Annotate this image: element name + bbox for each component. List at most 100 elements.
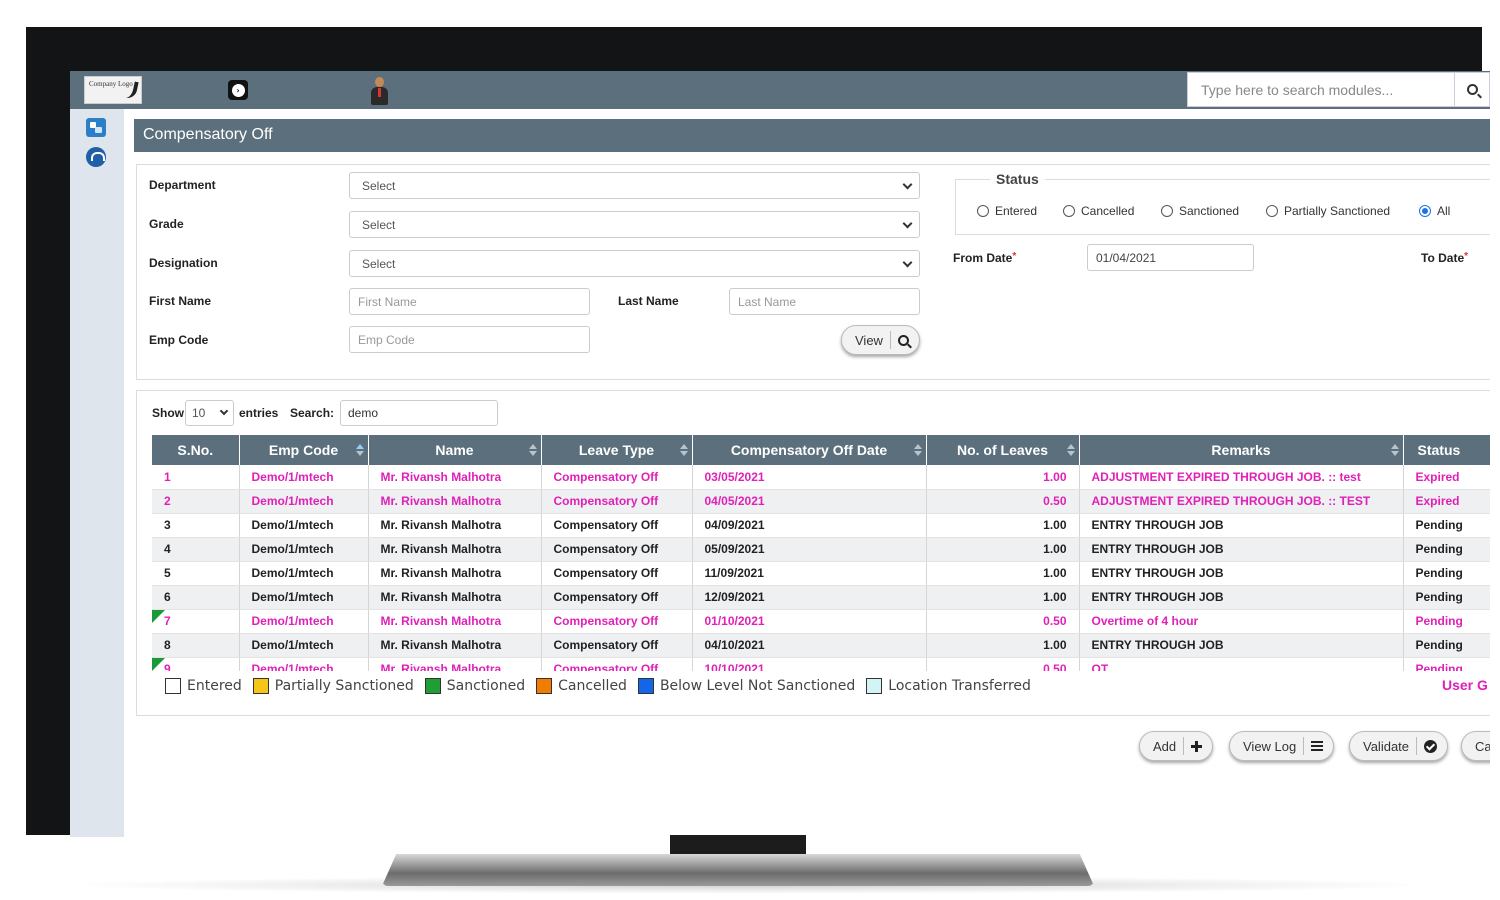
table-row[interactable]: 5 Demo/1/mtech Mr. Rivansh Malhotra Comp… xyxy=(152,561,1490,586)
cell-name: Mr. Rivansh Malhotra xyxy=(368,609,542,634)
table-row[interactable]: 2 Demo/1/mtech Mr. Rivansh Malhotra Comp… xyxy=(152,489,1490,514)
col-header-no-of-leaves[interactable]: No. of Leaves xyxy=(926,435,1080,465)
table-row[interactable]: 8 Demo/1/mtech Mr. Rivansh Malhotra Comp… xyxy=(152,633,1490,658)
legend-item-sanctioned: Sanctioned xyxy=(424,678,526,694)
top-bar: Company Logo › Type here to search modul… xyxy=(70,71,1490,109)
cell-leaves: 0.50 xyxy=(926,657,1080,671)
cell-sno-text: 7 xyxy=(164,614,171,628)
status-option-label: Entered xyxy=(995,204,1038,218)
add-button[interactable]: Add xyxy=(1139,731,1214,761)
cell-sno: 3 xyxy=(152,513,240,538)
module-search-placeholder: Type here to search modules... xyxy=(1201,82,1394,98)
table-row[interactable]: 9 Demo/1/mtech Mr. Rivansh Malhotra Comp… xyxy=(152,657,1490,671)
cell-remarks: OT xyxy=(1079,657,1404,671)
table-row[interactable]: 7 Demo/1/mtech Mr. Rivansh Malhotra Comp… xyxy=(152,609,1490,634)
status-legend: Status xyxy=(990,171,1045,187)
table-row[interactable]: 6 Demo/1/mtech Mr. Rivansh Malhotra Comp… xyxy=(152,585,1490,610)
required-marker: * xyxy=(1012,251,1017,262)
cell-remarks: ENTRY THROUGH JOB xyxy=(1079,585,1404,610)
table-row[interactable]: 3 Demo/1/mtech Mr. Rivansh Malhotra Comp… xyxy=(152,513,1490,538)
cell-date: 03/05/2021 xyxy=(692,465,927,490)
cell-status: Pending xyxy=(1403,609,1490,634)
from-date-label-text: From Date xyxy=(953,251,1013,265)
module-search-button[interactable] xyxy=(1455,72,1490,107)
user-guide-link[interactable]: User G xyxy=(1442,677,1488,693)
radio-selected-icon xyxy=(1419,205,1431,217)
cell-emp-code: Demo/1/mtech xyxy=(239,657,369,671)
legend-swatch xyxy=(637,678,654,694)
show-label: Show xyxy=(152,406,184,420)
col-header-status[interactable]: Status xyxy=(1403,435,1490,465)
page-size-select[interactable]: 10 xyxy=(185,400,234,426)
table-row[interactable]: 4 Demo/1/mtech Mr. Rivansh Malhotra Comp… xyxy=(152,537,1490,562)
check-circle-icon xyxy=(1424,739,1438,753)
company-logo[interactable]: Company Logo xyxy=(84,76,142,104)
status-option-label: Cancelled xyxy=(1081,204,1135,218)
from-date-field[interactable]: 01/04/2021 xyxy=(1087,244,1254,271)
cancel-button[interactable]: Ca xyxy=(1461,731,1490,761)
grade-select[interactable]: Select xyxy=(349,211,920,238)
col-header-label: Name xyxy=(435,442,474,458)
col-header-label: Remarks xyxy=(1211,442,1271,458)
entries-label: entries xyxy=(239,406,279,420)
cell-leave-type: Compensatory Off xyxy=(541,633,693,658)
emp-code-field[interactable]: Emp Code xyxy=(349,326,590,353)
col-header-leave-type[interactable]: Leave Type xyxy=(541,435,693,465)
legend-label: Entered xyxy=(187,678,242,694)
view-log-button-label: View Log xyxy=(1243,738,1297,754)
department-select[interactable]: Select xyxy=(349,172,920,199)
status-radio-cancelled[interactable]: Cancelled xyxy=(1063,204,1134,218)
required-marker: * xyxy=(1464,251,1469,262)
modules-icon[interactable] xyxy=(86,118,106,137)
cell-remarks: ENTRY THROUGH JOB xyxy=(1079,561,1404,586)
last-name-field[interactable]: Last Name xyxy=(729,288,920,315)
cell-leave-type: Compensatory Off xyxy=(541,489,693,514)
cell-emp-code: Demo/1/mtech xyxy=(239,513,369,538)
support-icon[interactable] xyxy=(86,147,106,167)
cell-name: Mr. Rivansh Malhotra xyxy=(368,537,542,562)
col-header-emp-code[interactable]: Emp Code xyxy=(239,435,369,465)
view-log-button[interactable]: View Log xyxy=(1229,731,1335,761)
cell-remarks: ENTRY THROUGH JOB xyxy=(1079,513,1404,538)
first-name-field[interactable]: First Name xyxy=(349,288,590,315)
cell-date: 10/10/2021 xyxy=(692,657,927,671)
status-filter-group: Status Entered Cancelled Sanctioned Part… xyxy=(955,171,1490,235)
cell-date: 04/05/2021 xyxy=(692,489,927,514)
col-header-remarks[interactable]: Remarks xyxy=(1079,435,1404,465)
module-search-input[interactable]: Type here to search modules... xyxy=(1187,72,1455,107)
cell-sno-text: 9 xyxy=(164,662,171,671)
view-button[interactable]: View xyxy=(841,325,920,355)
status-radio-entered[interactable]: Entered xyxy=(977,204,1037,218)
table-row[interactable]: 1 Demo/1/mtech Mr. Rivansh Malhotra Comp… xyxy=(152,465,1490,490)
legend-label: Sanctioned xyxy=(446,678,526,694)
menu-toggle-button[interactable]: › xyxy=(228,80,248,100)
user-avatar-icon[interactable] xyxy=(370,77,388,105)
grade-select-value: Select xyxy=(362,218,396,232)
status-radio-partially-sanctioned[interactable]: Partially Sanctioned xyxy=(1266,204,1390,218)
cell-sno: 9 xyxy=(152,657,240,671)
cell-emp-code: Demo/1/mtech xyxy=(239,585,369,610)
cell-date: 04/09/2021 xyxy=(692,513,927,538)
button-separator xyxy=(1183,737,1185,755)
cell-remarks: Overtime of 4 hour xyxy=(1079,609,1404,634)
cell-status: Expired xyxy=(1403,465,1490,490)
col-header-label: Emp Code xyxy=(268,442,339,458)
legend-item-below-level: Below Level Not Sanctioned xyxy=(637,678,855,694)
chevron-down-icon xyxy=(219,406,229,416)
status-radio-all[interactable]: All xyxy=(1419,204,1450,218)
legend-swatch xyxy=(252,678,269,694)
chevron-down-icon xyxy=(902,218,913,229)
validate-button[interactable]: Validate xyxy=(1349,731,1449,761)
cell-leave-type: Compensatory Off xyxy=(541,657,693,671)
col-header-sno[interactable]: S.No. xyxy=(152,435,240,465)
cell-leave-type: Compensatory Off xyxy=(541,585,693,610)
legend-item-cancelled: Cancelled xyxy=(536,678,627,694)
cell-sno: 6 xyxy=(152,585,240,610)
col-header-name[interactable]: Name xyxy=(368,435,542,465)
cancel-button-label: Ca xyxy=(1475,738,1490,754)
col-header-comp-off-date[interactable]: Compensatory Off Date xyxy=(692,435,927,465)
status-radio-sanctioned[interactable]: Sanctioned xyxy=(1161,204,1239,218)
table-search-input[interactable]: demo xyxy=(340,400,498,426)
designation-select[interactable]: Select xyxy=(349,250,920,277)
chevron-down-icon xyxy=(902,179,913,190)
